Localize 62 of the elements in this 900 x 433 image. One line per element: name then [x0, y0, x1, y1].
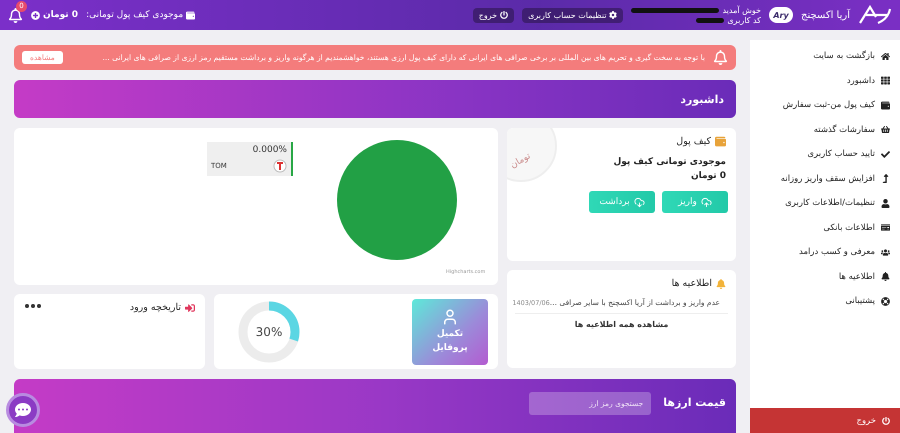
balance-label-text: موجودی کیف پول تومانی:	[86, 10, 184, 20]
view-all-link[interactable]: مشاهده همه اطلاعیه ها	[507, 314, 736, 329]
users-icon	[881, 248, 890, 257]
user-code-label: کد کاربری	[727, 16, 761, 24]
sidebar-item[interactable]: داشبورد	[750, 68, 900, 93]
power-icon	[882, 416, 890, 424]
home-icon	[881, 52, 890, 61]
settings-button[interactable]: تنظیمات حساب کاربری	[522, 8, 624, 22]
more-icon[interactable]	[25, 304, 41, 308]
prices-title: قیمت ارزها	[663, 396, 726, 409]
card-title: کیف پول	[676, 136, 711, 147]
settings-icon	[609, 11, 618, 19]
progress-reading: 30%	[256, 324, 282, 338]
page-title: داشبورد	[680, 92, 724, 106]
sidebar-item[interactable]: افزایش سقف واریز روزانه	[750, 166, 900, 191]
card-title: اطلاعیه ها	[672, 278, 712, 289]
sidebar-item[interactable]: معرفی و کسب درامد	[750, 240, 900, 264]
sidebar-item[interactable]: اطلاعات بانکی	[750, 216, 900, 240]
tooltip-value: 0.000%	[252, 145, 287, 155]
user-icon	[881, 198, 890, 208]
user-icon	[441, 308, 459, 326]
basket-icon	[881, 125, 890, 134]
balance-label: موجودی تومانی کیف پول	[613, 157, 726, 167]
brand-name: آریا اکسچنج	[800, 10, 850, 20]
coin-label: تومان	[509, 151, 533, 171]
card-icon	[881, 223, 890, 232]
logo-icon	[858, 5, 892, 25]
sidebar-item[interactable]: بازگشت به سایت	[750, 44, 900, 68]
grid-icon	[881, 76, 890, 86]
logout-button[interactable]: خروج	[472, 8, 514, 22]
power-icon	[500, 11, 508, 19]
redaction-mark	[696, 18, 724, 22]
chat-button[interactable]	[6, 393, 40, 427]
progress-ring	[236, 298, 302, 364]
bell-icon[interactable]	[8, 8, 23, 22]
wallet-icon	[881, 100, 890, 110]
arrow-up-icon	[881, 174, 890, 184]
sidebar-item[interactable]: پشتیبانی	[750, 289, 900, 314]
balance-value-text: 0 تومان	[43, 10, 78, 20]
bell-icon	[881, 272, 890, 282]
welcome-text: خوش آمدید	[722, 6, 761, 14]
bell-icon	[713, 50, 728, 65]
lifebuoy-icon	[881, 296, 890, 306]
check-icon	[881, 150, 890, 159]
sidebar-item[interactable]: کیف پول من-ثبت سفارش	[750, 93, 900, 118]
logout-button[interactable]: خروج	[750, 408, 900, 433]
avatar: Ary	[768, 7, 793, 23]
sidebar-item[interactable]: اطلاعیه ها	[750, 264, 900, 289]
bell-icon	[716, 278, 726, 288]
balance-value: 0 تومان	[690, 171, 726, 181]
cloud-upload-icon	[700, 196, 712, 208]
chat-icon	[15, 402, 31, 418]
wallet-icon	[186, 10, 196, 20]
login-icon	[185, 302, 195, 312]
sidebar-item[interactable]: تنظیمات/اطلاعات کاربری	[750, 191, 900, 216]
coin-icon	[273, 159, 287, 173]
sidebar-item[interactable]: سفارشات گذشته	[750, 118, 900, 142]
sidebar-item[interactable]: تایید حساب کاربری	[750, 142, 900, 166]
wallet-icon	[715, 136, 726, 147]
plus-icon[interactable]	[31, 10, 40, 20]
card-title: تاریخچه ورود	[130, 302, 181, 313]
cloud-download-icon	[634, 196, 645, 208]
